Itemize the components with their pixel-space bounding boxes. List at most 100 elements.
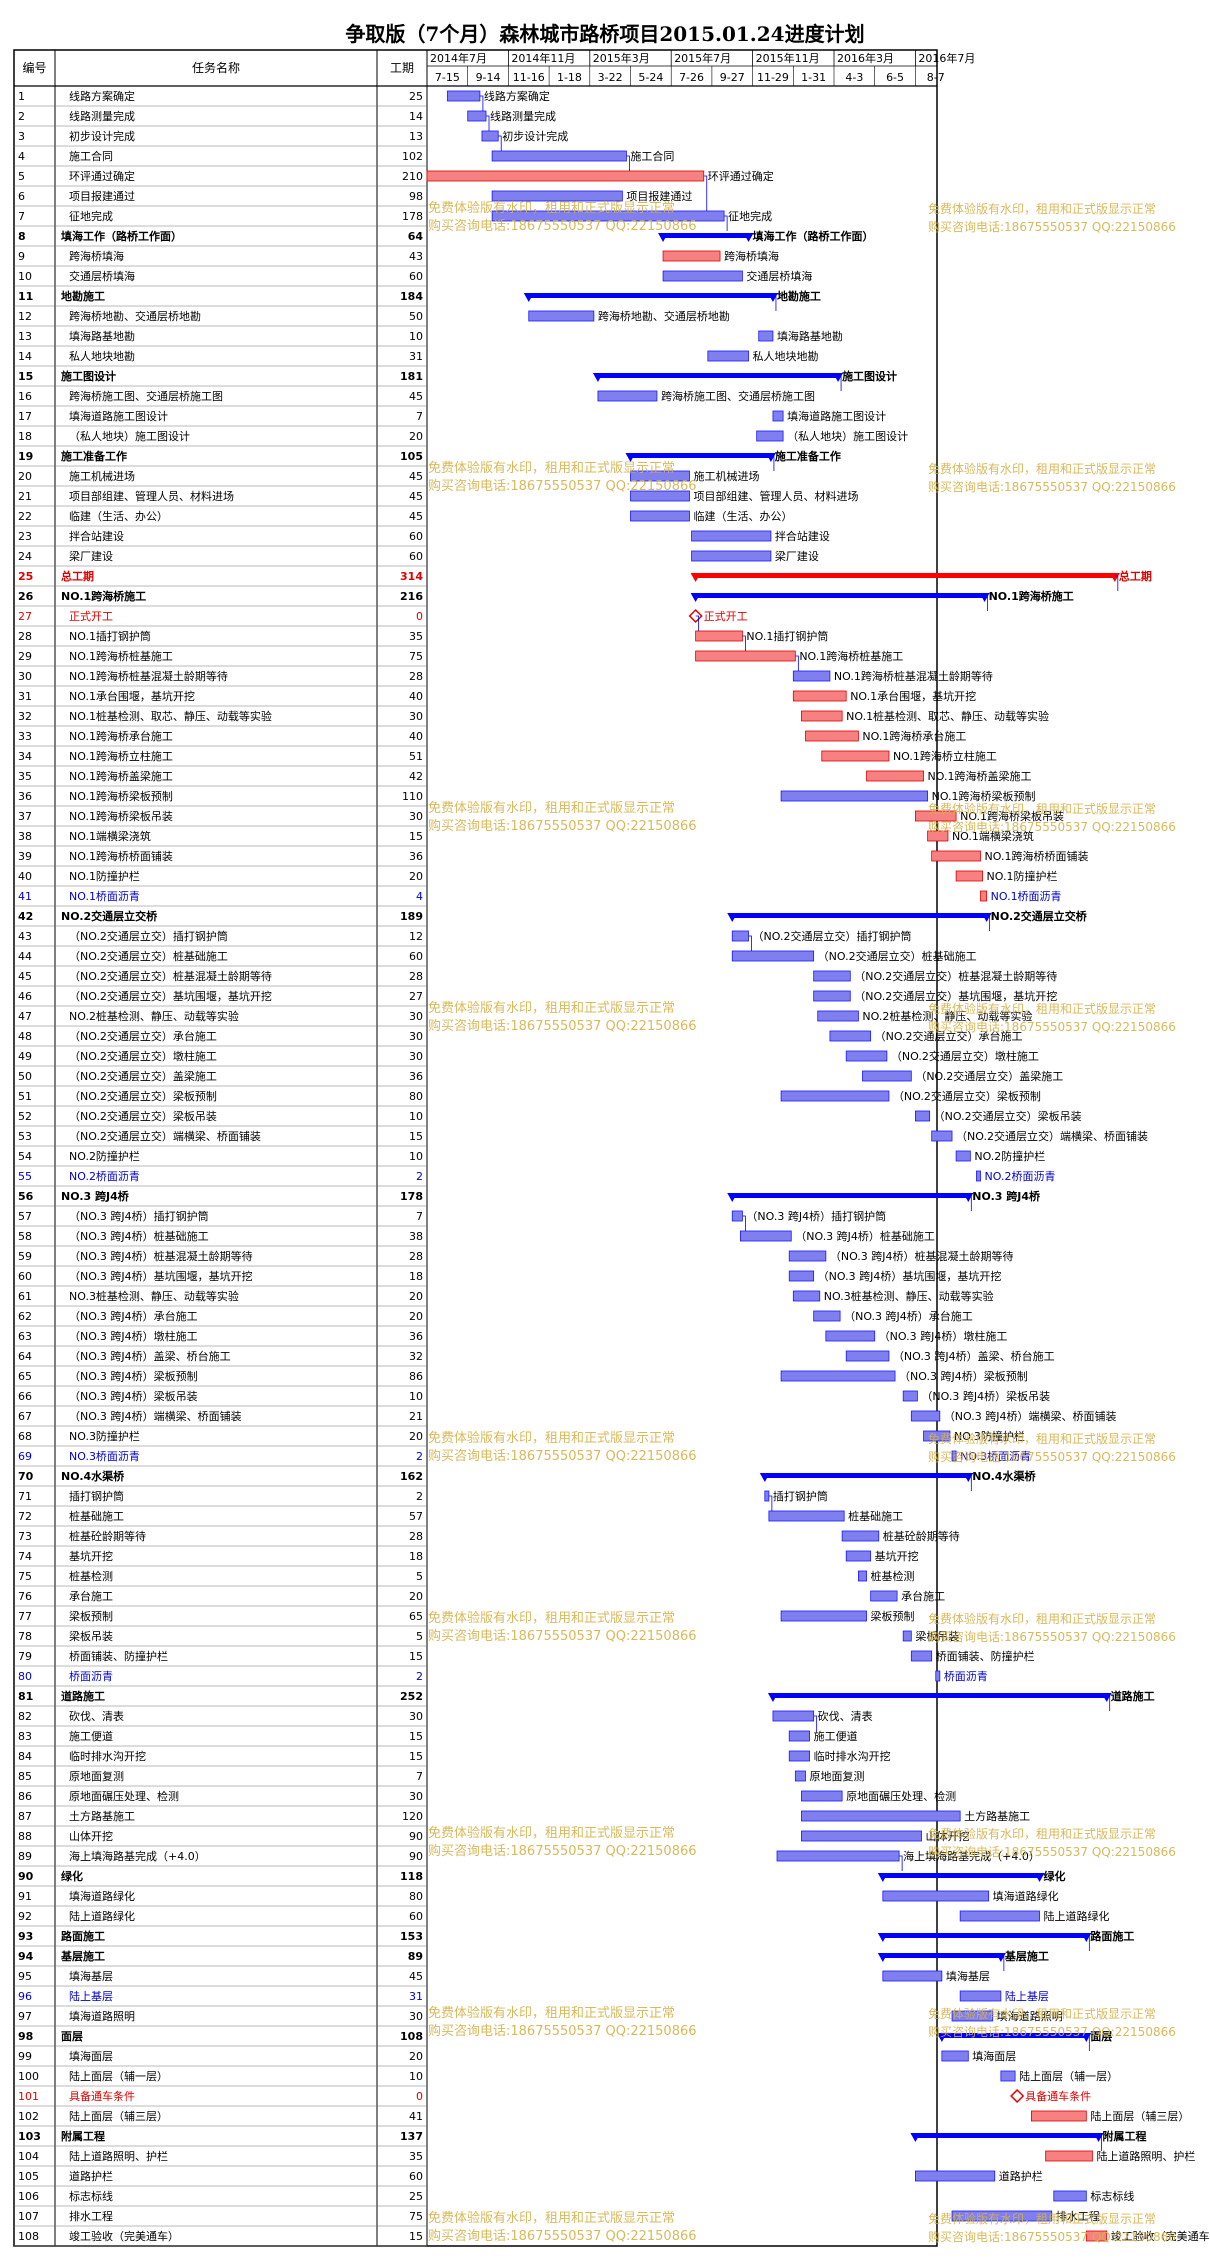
task-name: （NO.2交通层立交）基坑围堰，基坑开挖 [69, 989, 272, 1003]
task-bar [764, 1490, 770, 1502]
task-name: 标志标线 [69, 2189, 113, 2203]
task-name: NO.1跨海桥盖梁施工 [69, 769, 173, 783]
bar-label: 插打钢护筒 [773, 1489, 828, 1503]
task-id: 102 [18, 2110, 39, 2123]
task-name: 填海面层 [69, 2049, 113, 2063]
task-days: 90 [409, 1830, 423, 1843]
task-id: 9 [18, 250, 25, 263]
task-bar [691, 530, 772, 542]
task-name: NO.2桥面沥青 [69, 1170, 140, 1183]
watermark-text: 免费体验版有水印，租用和正式版显示正常 购买咨询电话:18675550537 QQ… [928, 2212, 1176, 2244]
bar-label: NO.2桥面沥青 [985, 1170, 1056, 1183]
task-name: 施工图设计 [61, 369, 116, 383]
bar-label: （NO.3 跨J4桥）盖梁、桥台施工 [893, 1349, 1055, 1363]
task-days: 15 [409, 2230, 423, 2243]
bar-label: 砍伐、清表 [818, 1709, 873, 1723]
task-name: 陆上道路绿化 [69, 1909, 135, 1923]
task-days: 43 [409, 250, 423, 263]
task-id: 61 [18, 1290, 32, 1303]
bar-label: 基层施工 [1004, 1949, 1049, 1963]
summary-bar [695, 573, 1115, 578]
task-days: 2 [416, 1670, 423, 1683]
task-days: 45 [409, 470, 423, 483]
task-name: 路面施工 [61, 1929, 105, 1943]
task-id: 100 [18, 2070, 39, 2083]
task-days: 40 [409, 690, 423, 703]
watermark-text: 免费体验版有水印，租用和正式版显示正常 购买咨询电话:18675550537 QQ… [928, 1612, 1176, 1644]
task-name: 填海道路绿化 [69, 1889, 135, 1903]
task-days: 50 [409, 310, 423, 323]
task-id: 48 [18, 1030, 32, 1043]
task-name: NO.1桥面沥青 [69, 890, 140, 903]
watermark-text: 免费体验版有水印，租用和正式版显示正常 购买咨询电话:18675550537 QQ… [928, 1002, 1176, 1034]
task-bar [630, 510, 690, 522]
task-name: NO.1跨海桥施工 [61, 589, 146, 603]
task-days: 10 [409, 1150, 423, 1163]
task-name: 基坑开挖 [69, 1549, 113, 1563]
task-days: 25 [409, 90, 423, 103]
task-id: 105 [18, 2170, 39, 2183]
task-days: 28 [409, 670, 423, 683]
bar-label: （NO.2交通层立交）梁板预制 [893, 1089, 1041, 1103]
task-days: 75 [409, 2210, 423, 2223]
task-id: 14 [18, 350, 32, 363]
task-bar [955, 1150, 971, 1162]
dependency-line [498, 135, 502, 151]
dependency-line [742, 635, 746, 651]
dependency-line [626, 155, 630, 171]
bar-label: 陆上基层 [1005, 1989, 1049, 2003]
task-bar [792, 690, 847, 702]
task-bar [662, 250, 721, 262]
dependency-line [899, 1855, 903, 1871]
task-name: 绿化 [61, 1869, 83, 1883]
task-name: NO.1跨海桥梁板吊装 [69, 809, 173, 823]
task-days: 189 [400, 910, 423, 923]
task-days: 32 [409, 1350, 423, 1363]
task-id: 82 [18, 1710, 32, 1723]
task-id: 6 [18, 190, 25, 203]
task-bar [825, 1330, 876, 1342]
header-name: 任务名称 [192, 60, 240, 75]
task-name: 跨海桥填海 [69, 249, 124, 263]
task-days: 252 [400, 1690, 423, 1703]
task-id: 32 [18, 710, 32, 723]
task-bar [780, 1610, 867, 1622]
bar-label: 梁厂建设 [775, 549, 819, 563]
bar-label: 填海面层 [972, 2049, 1016, 2063]
bar-label: 初步设计完成 [502, 129, 568, 143]
watermark-text: 免费体验版有水印，租用和正式版显示正常 购买咨询电话:18675550537 QQ… [928, 1432, 1176, 1464]
task-id: 85 [18, 1770, 32, 1783]
watermark-text: 免费体验版有水印，租用和正式版显示正常 购买咨询电话:18675550537 QQ… [428, 461, 697, 494]
task-days: 18 [409, 1270, 423, 1283]
bar-label: 陆上道路绿化 [1044, 1909, 1110, 1923]
task-id: 26 [18, 590, 34, 603]
task-days: 314 [400, 570, 423, 583]
task-days: 5 [416, 1570, 423, 1583]
task-name: （NO.2交通层立交）承台施工 [69, 1029, 217, 1043]
timeline-bottom-label: 9-14 [476, 71, 501, 84]
bar-label: NO.1跨海桥桩基混凝土龄期等待 [834, 669, 993, 683]
task-days: 7 [416, 1770, 423, 1783]
task-days: 86 [409, 1370, 423, 1383]
task-id: 16 [18, 390, 32, 403]
task-id: 103 [18, 2130, 41, 2143]
task-id: 104 [18, 2150, 39, 2163]
bar-label: 桩基砼龄期等待 [883, 1529, 960, 1543]
bar-label: NO.2交通层立交桥 [991, 909, 1088, 923]
task-name: 临建（生活、办公） [69, 509, 168, 523]
task-name: 跨海桥地勘、交通层桥地勘 [69, 309, 201, 323]
task-days: 15 [409, 830, 423, 843]
task-name: 陆上道路照明、护栏 [69, 2149, 168, 2163]
bar-label: （NO.2交通层立交）插打钢护筒 [753, 929, 912, 943]
task-bar [858, 1570, 867, 1582]
task-name: NO.1跨海桥承台施工 [69, 729, 173, 743]
task-days: 60 [409, 270, 423, 283]
task-bar [817, 1010, 859, 1022]
task-name: NO.1跨海桥桥面铺装 [69, 849, 173, 863]
milestone-marker [1010, 2088, 1025, 2104]
task-name: NO.2桩基检测、静压、动载等实验 [69, 1009, 239, 1023]
task-days: 98 [409, 190, 423, 203]
task-days: 10 [409, 1390, 423, 1403]
task-name: NO.1跨海桥梁板预制 [69, 789, 173, 803]
task-days: 20 [409, 1290, 423, 1303]
